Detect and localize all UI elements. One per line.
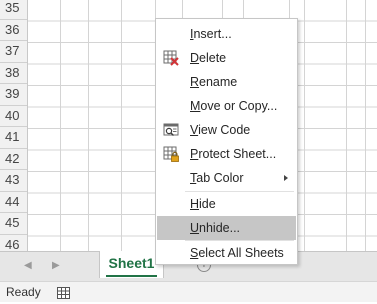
row-header-40[interactable]: 40 — [0, 106, 27, 127]
row-headers: 35 36 37 38 39 40 41 42 43 44 45 46 47 — [0, 0, 28, 251]
protect-sheet-icon — [163, 146, 179, 162]
row-header-36[interactable]: 36 — [0, 20, 27, 41]
row-header-44[interactable]: 44 — [0, 192, 27, 213]
mnemonic: H — [190, 197, 200, 211]
menu-item-delete[interactable]: Delete — [157, 46, 296, 70]
mnemonic: D — [190, 51, 200, 65]
mnemonic: U — [190, 221, 200, 235]
mnemonic: M — [190, 99, 201, 113]
row-header-37[interactable]: 37 — [0, 41, 27, 63]
status-text: Ready — [6, 285, 41, 299]
menu-item-label: ove or Copy... — [200, 99, 278, 113]
menu-item-label: nhide... — [199, 221, 241, 235]
row-header-39[interactable]: 39 — [0, 84, 27, 106]
sheet-tab-context-menu: Insert... Delete Rename Move or Copy... … — [155, 18, 298, 265]
column-gridline — [88, 0, 89, 251]
triangle-right-icon[interactable]: ▶ — [52, 260, 60, 271]
chevron-right-icon — [284, 175, 288, 181]
menu-item-view-code[interactable]: View Code — [157, 118, 296, 142]
menu-item-insert[interactable]: Insert... — [157, 22, 296, 46]
menu-item-label: rotect Sheet... — [198, 147, 277, 161]
menu-item-label: elect All Sheets — [198, 246, 284, 260]
mnemonic: V — [190, 123, 199, 137]
delete-sheet-icon — [163, 50, 179, 66]
menu-item-label: elete — [199, 51, 227, 65]
menu-item-label: nsert... — [193, 27, 232, 41]
row-header-35[interactable]: 35 — [0, 0, 27, 20]
row-header-42[interactable]: 42 — [0, 149, 27, 170]
menu-item-label: ename — [199, 75, 238, 89]
menu-item-label: iew Code — [198, 123, 251, 137]
menu-item-unhide[interactable]: Unhide... — [157, 216, 296, 240]
row-header-45[interactable]: 45 — [0, 213, 27, 235]
column-gridline — [346, 0, 347, 251]
menu-item-rename[interactable]: Rename — [157, 70, 296, 94]
menu-item-label: ab Color — [196, 171, 244, 185]
status-bar: Ready — [0, 281, 377, 302]
menu-item-label: ide — [199, 197, 216, 211]
menu-item-select-all-sheets[interactable]: Select All Sheets — [157, 241, 296, 265]
row-header-41[interactable]: 41 — [0, 127, 27, 149]
menu-item-tab-color[interactable]: Tab Color — [157, 166, 296, 190]
triangle-left-icon[interactable]: ◀ — [24, 260, 32, 271]
row-header-46[interactable]: 46 — [0, 235, 27, 252]
cell-mode-icon[interactable] — [57, 286, 70, 304]
view-code-icon — [163, 123, 179, 136]
row-header-38[interactable]: 38 — [0, 63, 27, 84]
row-header-43[interactable]: 43 — [0, 170, 27, 192]
menu-item-move-or-copy[interactable]: Move or Copy... — [157, 94, 296, 118]
menu-item-hide[interactable]: Hide — [157, 192, 296, 216]
menu-item-protect-sheet[interactable]: Protect Sheet... — [157, 142, 296, 166]
mnemonic: R — [190, 75, 200, 89]
